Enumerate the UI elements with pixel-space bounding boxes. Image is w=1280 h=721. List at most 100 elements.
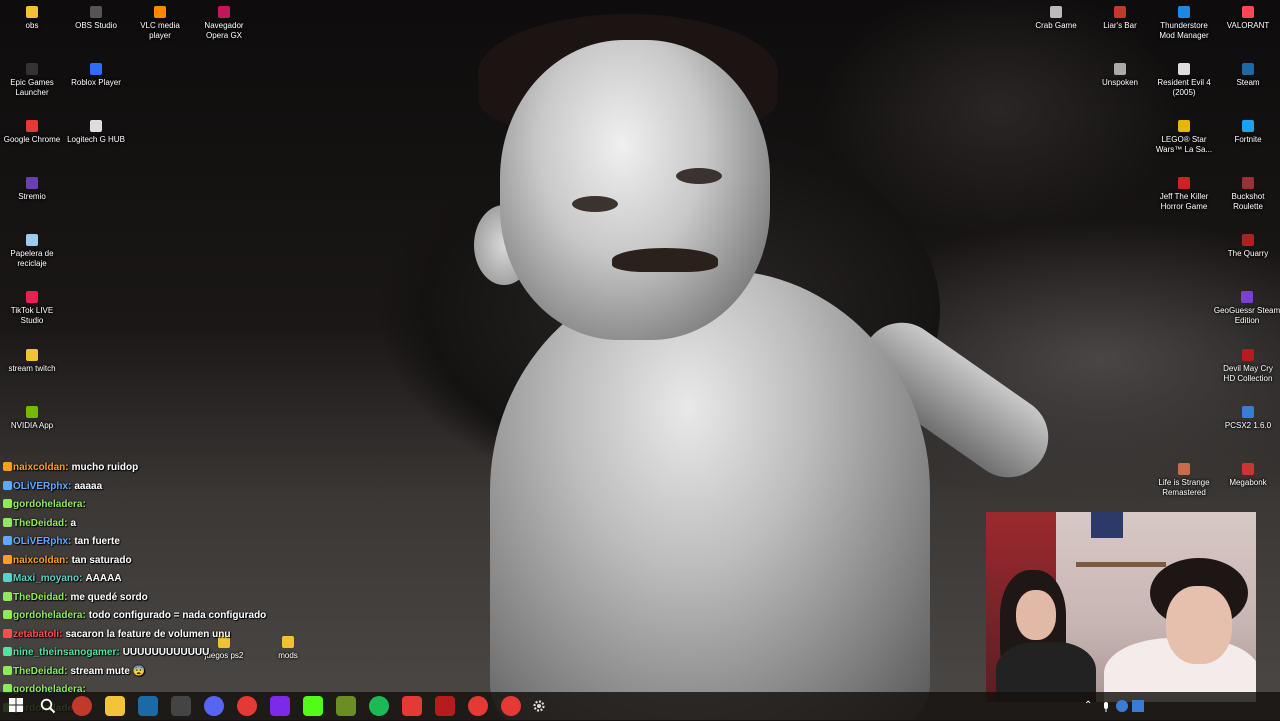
- desktop-icon-google-chrome[interactable]: Google Chrome: [1, 120, 63, 145]
- desktop-icon-crab-game[interactable]: Crab Game: [1025, 6, 1087, 31]
- chat-badge-icon: [3, 610, 12, 619]
- chat-message: TheDeidad:me quedé sordo: [3, 592, 323, 611]
- chat-text: tan saturado: [72, 555, 132, 566]
- desktop-icon-label: Navegador Opera GX: [193, 21, 255, 41]
- taskbar-app-avatar[interactable]: [72, 696, 92, 716]
- desktop-icon-label: The Quarry: [1217, 249, 1279, 259]
- chat-badge-icon: [3, 629, 12, 638]
- desktop-icon-buckshot-roulette[interactable]: Buckshot Roulette: [1217, 177, 1279, 212]
- desktop-icon-unspoken[interactable]: Unspoken: [1089, 63, 1151, 88]
- folder-icon: [26, 6, 38, 18]
- desktop-icon-megabonk[interactable]: Megabonk: [1217, 463, 1279, 488]
- taskbar-chrome-icon[interactable]: [501, 696, 521, 716]
- desktop-icon-steam[interactable]: Steam: [1217, 63, 1279, 88]
- desktop-icon-pcsx2[interactable]: PCSX2 1.6.0: [1217, 406, 1279, 431]
- taskbar-opera-gx-icon[interactable]: [402, 696, 422, 716]
- chat-username: zetabatoli:: [13, 629, 62, 640]
- desktop-icon-label: VLC media player: [129, 21, 191, 41]
- desktop-icon-lego-star-wars[interactable]: LEGO® Star Wars™ La Sa...: [1153, 120, 1215, 155]
- desktop-icon-resident-evil-4[interactable]: Resident Evil 4 (2005): [1153, 63, 1215, 98]
- tray-bluetooth-icon[interactable]: [1132, 700, 1144, 712]
- desktop-icon-label: Buckshot Roulette: [1217, 192, 1279, 212]
- desktop-icon-label: Liar's Bar: [1089, 21, 1151, 31]
- taskbar-steam-icon[interactable]: [138, 696, 158, 716]
- desktop-icon-tiktok-live[interactable]: TikTok LIVE Studio: [1, 291, 63, 326]
- search-icon: [40, 698, 56, 714]
- desktop-icon-label: Google Chrome: [1, 135, 63, 145]
- pcsx2-icon: [1242, 406, 1254, 418]
- taskbar-search-button[interactable]: [40, 698, 56, 714]
- wallpaper-head-shape: [500, 40, 770, 340]
- taskbar-minecraft-icon[interactable]: [336, 696, 356, 716]
- desktop-icon-label: Resident Evil 4 (2005): [1153, 78, 1215, 98]
- the-quarry-icon: [1242, 234, 1254, 246]
- chat-badge-icon: [3, 647, 12, 656]
- desktop-icon-geoguessr[interactable]: GeoGuessr Steam Edition: [1212, 291, 1280, 326]
- taskbar-spotify-icon[interactable]: [369, 696, 389, 716]
- taskbar-file-explorer-icon[interactable]: [105, 696, 125, 716]
- taskbar-kick-icon[interactable]: [303, 696, 323, 716]
- chat-message: naixcoldan:mucho ruidop: [3, 462, 323, 481]
- desktop-icon-fortnite[interactable]: Fortnite: [1217, 120, 1279, 145]
- desktop-icon-label: Jeff The Killer Horror Game: [1153, 192, 1215, 212]
- chat-message: gordoheladera:todo configurado = nada co…: [3, 610, 323, 629]
- desktop-icon-label: Roblox Player: [65, 78, 127, 88]
- chat-username: TheDeidad:: [13, 666, 67, 677]
- nvidia-icon: [26, 406, 38, 418]
- fortnite-icon: [1242, 120, 1254, 132]
- megabonk-icon: [1242, 463, 1254, 475]
- desktop-icon-jeff-the-killer[interactable]: Jeff The Killer Horror Game: [1153, 177, 1215, 212]
- taskbar-voicemeeter-icon[interactable]: [435, 696, 455, 716]
- chat-text: stream mute 😨: [70, 666, 145, 677]
- tray-microphone-icon[interactable]: [1100, 700, 1112, 712]
- chat-username: TheDeidad:: [13, 592, 67, 603]
- epic-games-icon: [26, 63, 38, 75]
- taskbar-obs-icon[interactable]: [171, 696, 191, 716]
- wallpaper-eye-right: [676, 168, 722, 184]
- chat-badge-icon: [3, 462, 12, 471]
- desktop-icon-label: PCSX2 1.6.0: [1217, 421, 1279, 431]
- roblox-icon: [90, 63, 102, 75]
- desktop-icon-nvidia-app[interactable]: NVIDIA App: [1, 406, 63, 431]
- taskbar-settings-button[interactable]: [531, 698, 547, 714]
- desktop-icon-opera-gx[interactable]: Navegador Opera GX: [193, 6, 255, 41]
- unspoken-icon: [1114, 63, 1126, 75]
- desktop-icon-life-is-strange[interactable]: Life is Strange Remastered: [1153, 463, 1215, 498]
- thunderstore-icon: [1178, 6, 1190, 18]
- tray-chevron-up-icon[interactable]: ⌃: [1084, 700, 1096, 712]
- crab-game-icon: [1050, 6, 1062, 18]
- taskbar-discord-icon[interactable]: [204, 696, 224, 716]
- wallpaper-mustache-shape: [612, 248, 718, 272]
- desktop-icon-recycle-bin[interactable]: Papelera de reciclaje: [1, 234, 63, 269]
- desktop-icon-obs-studio[interactable]: OBS Studio: [65, 6, 127, 31]
- webcam-poster: [1091, 512, 1123, 538]
- desktop-icon-label: Unspoken: [1089, 78, 1151, 88]
- chat-badge-icon: [3, 592, 12, 601]
- chat-text: AAAAA: [85, 573, 121, 584]
- desktop-icon-valorant[interactable]: VALORANT: [1217, 6, 1279, 31]
- desktop-icon-stream-twitch-folder[interactable]: stream twitch: [1, 349, 63, 374]
- desktop-icon-epic-games[interactable]: Epic Games Launcher: [1, 63, 63, 98]
- desktop-icon-obs-folder[interactable]: obs: [1, 6, 63, 31]
- tray-app-icon[interactable]: [1116, 700, 1128, 712]
- desktop-icon-stremio[interactable]: Stremio: [1, 177, 63, 202]
- chat-badge-icon: [3, 573, 12, 582]
- windows-start-button[interactable]: [9, 698, 23, 712]
- valorant-icon: [1242, 6, 1254, 18]
- chat-text: sacaron la feature de volumen unu: [65, 629, 230, 640]
- desktop-icon-vlc[interactable]: VLC media player: [129, 6, 191, 41]
- desktop-icon-logitech[interactable]: Logitech G HUB: [65, 120, 127, 145]
- desktop-icon-thunderstore[interactable]: Thunderstore Mod Manager: [1153, 6, 1215, 41]
- gear-icon: [531, 698, 547, 714]
- chat-message: TheDeidad:a: [3, 518, 323, 537]
- taskbar-canva-icon[interactable]: [270, 696, 290, 716]
- taskbar-chrome-icon[interactable]: [237, 696, 257, 716]
- desktop-icon-roblox[interactable]: Roblox Player: [65, 63, 127, 88]
- desktop-icon-the-quarry[interactable]: The Quarry: [1217, 234, 1279, 259]
- desktop-icon-liars-bar[interactable]: Liar's Bar: [1089, 6, 1151, 31]
- chat-username: OLiVERphx:: [13, 481, 71, 492]
- chat-badge-icon: [3, 481, 12, 490]
- taskbar-chrome-icon[interactable]: [468, 696, 488, 716]
- desktop-icon-devil-may-cry[interactable]: Devil May Cry HD Collection: [1217, 349, 1279, 384]
- chat-username: TheDeidad:: [13, 518, 67, 529]
